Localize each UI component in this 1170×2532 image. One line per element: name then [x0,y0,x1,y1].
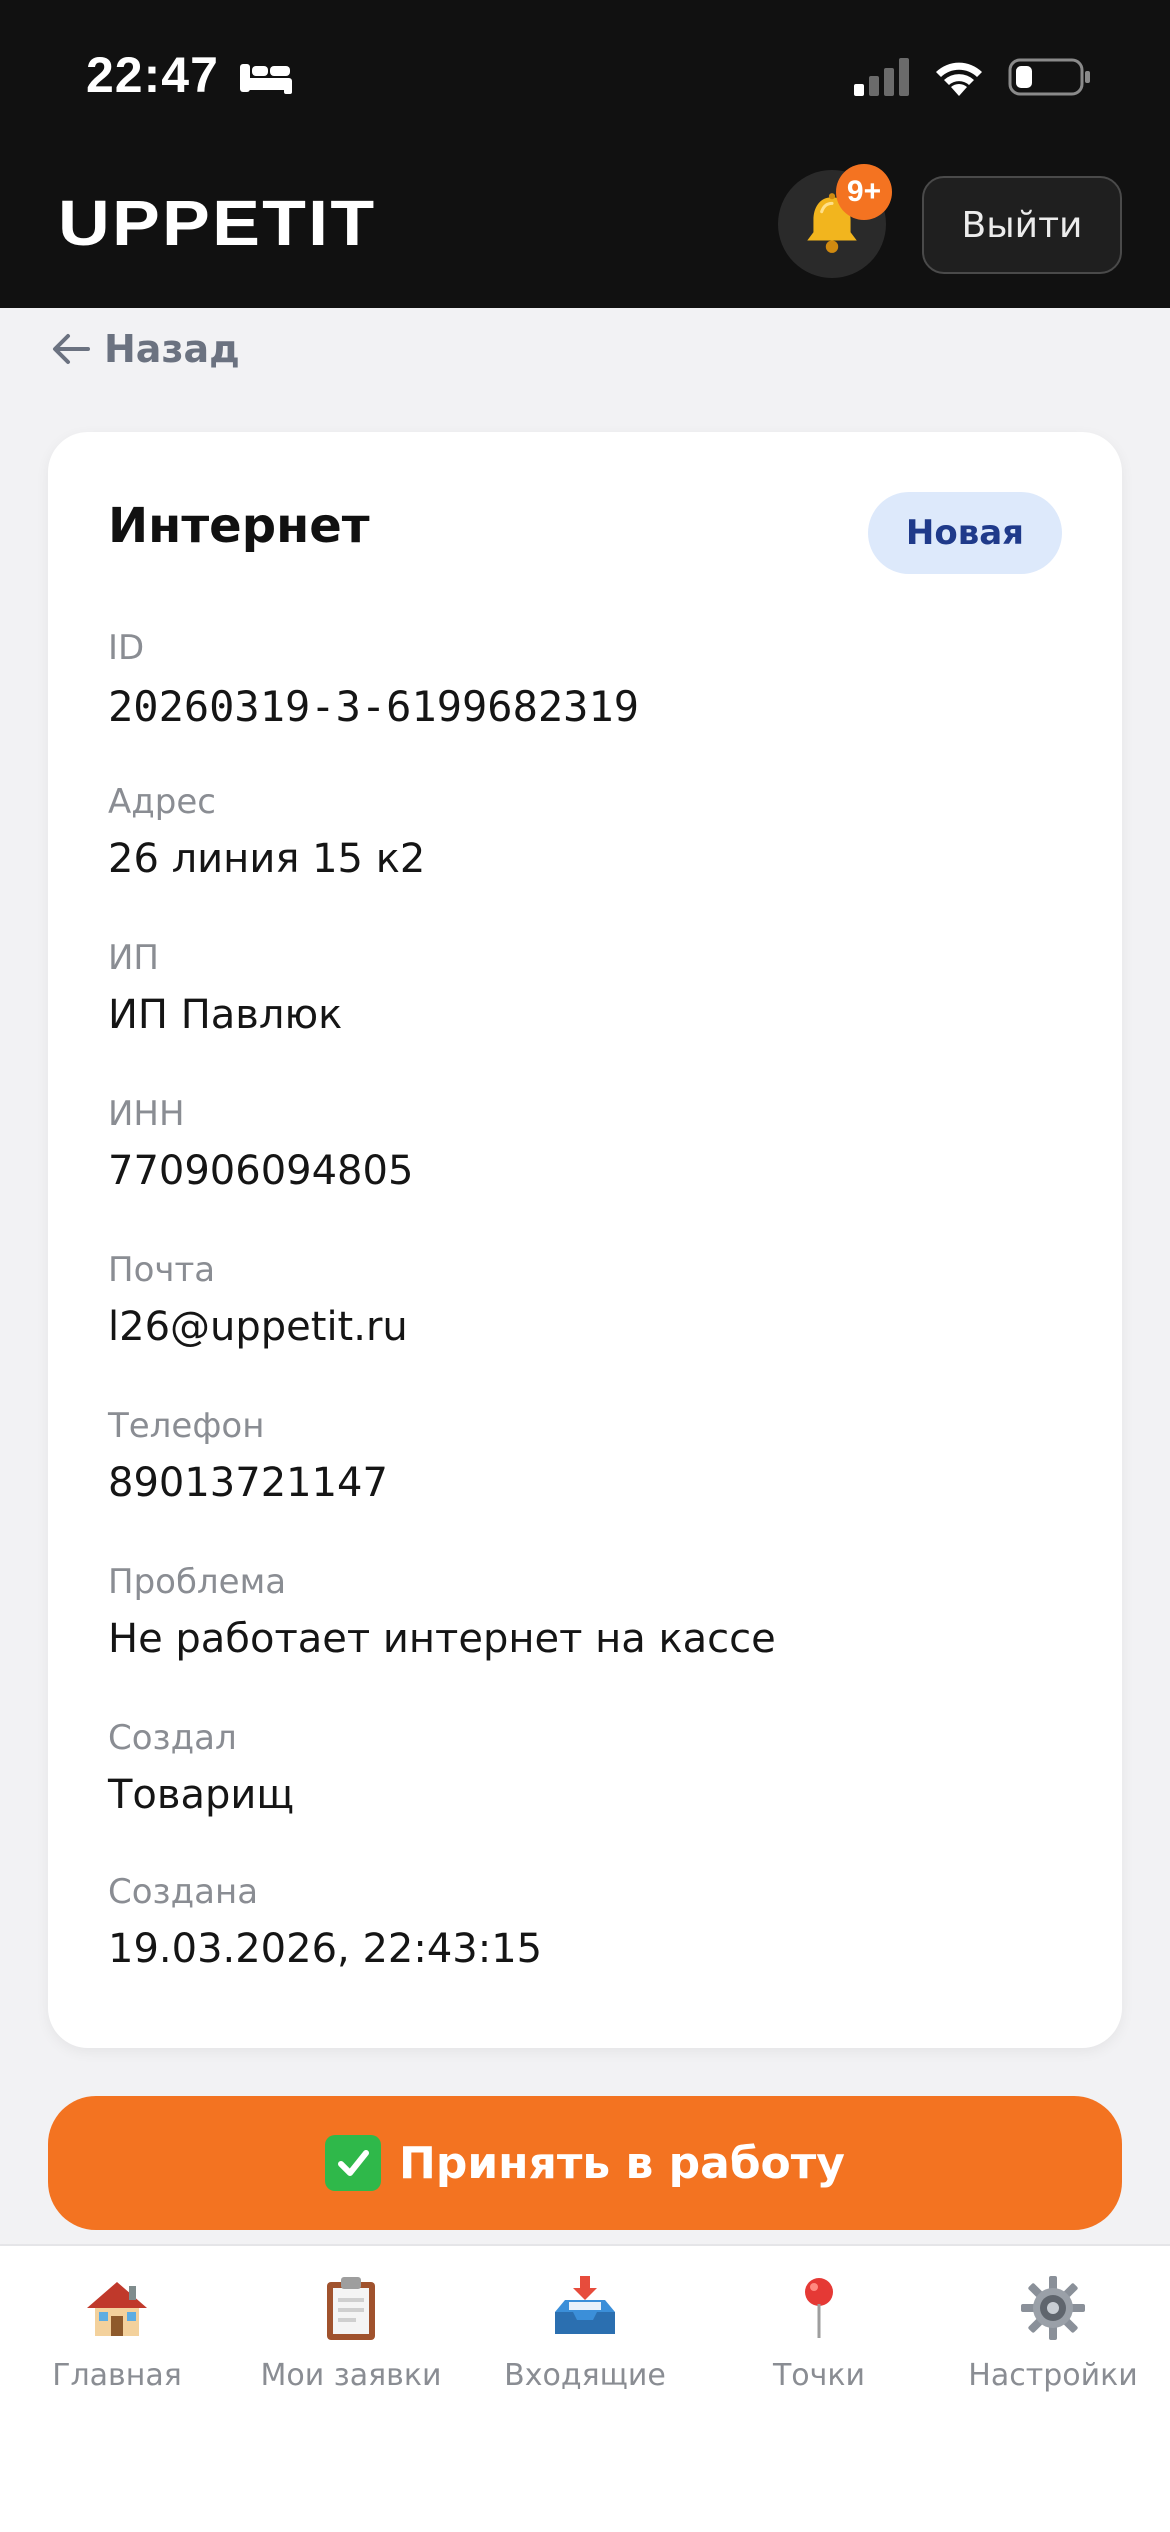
field-id: ID 20260319-3-6199682319 [108,628,639,731]
nav-label: Настройки [968,2358,1138,2393]
nav-item-points[interactable]: Точки [702,2272,936,2393]
field-ip: ИП ИП Павлюк [108,938,342,1038]
gear-icon [1021,2276,1085,2340]
nav-label: Точки [772,2358,866,2393]
app-screen: 22:47 UPPETIT 9+ Выйти Назад Интернет Но… [0,0,1170,2532]
field-label: Создал [108,1718,237,1758]
field-label: Почта [108,1250,216,1290]
notifications-badge: 9+ [836,164,892,220]
field-value: Не работает интернет на кассе [108,1616,776,1662]
field-value: 89013721147 [108,1460,388,1506]
field-problem: Проблема Не работает интернет на кассе [108,1562,776,1662]
top-bar: 22:47 UPPETIT 9+ Выйти [0,0,1170,308]
nav-item-home[interactable]: Главная [0,2272,234,2393]
field-address: Адрес 26 линия 15 к2 [108,782,425,882]
nav-label: Главная [52,2358,182,2393]
ticket-card: Интернет Новая ID 20260319-3-6199682319 … [48,432,1122,2048]
field-value: 26 линия 15 к2 [108,836,426,882]
nav-label: Мои заявки [260,2358,442,2393]
battery-icon [1008,58,1090,96]
accept-ticket-button[interactable]: Принять в работу [48,2096,1122,2230]
logout-button[interactable]: Выйти [922,176,1122,274]
field-value: 19.03.2026, 22:43:15 [108,1926,543,1972]
field-label: ИП [108,938,159,978]
field-label: ИНН [108,1094,185,1134]
house-icon [87,2282,147,2336]
bottom-nav: Главная Мои заявки Входящие Точки Настро… [0,2244,1170,2532]
field-label: Адрес [108,782,216,822]
field-value: 20260319-3-6199682319 [108,682,640,731]
sleep-focus-icon [240,64,292,94]
field-created-at: Создана 19.03.2026, 22:43:15 [108,1872,542,1972]
nav-item-my-tickets[interactable]: Мои заявки [234,2272,468,2393]
inbox-tray-icon [555,2276,615,2334]
clipboard-icon [327,2277,375,2340]
field-email: Почта l26@uppetit.ru [108,1250,408,1350]
arrow-left-icon [53,334,90,364]
app-logo: UPPETIT [58,187,377,259]
pushpin-icon [805,2278,833,2338]
status-time: 22:47 [86,47,219,103]
back-link[interactable]: Назад [48,326,240,372]
field-label: Проблема [108,1562,287,1602]
status-badge: Новая [867,492,1062,574]
nav-label: Входящие [504,2358,666,2393]
field-label: Телефон [108,1406,265,1446]
field-created-by: Создал Товарищ [108,1718,294,1818]
field-label: Создана [108,1872,259,1912]
field-inn: ИНН 770906094805 [108,1094,413,1194]
field-phone: Телефон 89013721147 [108,1406,388,1506]
field-value: Товарищ [108,1772,295,1818]
wifi-icon [936,62,982,96]
field-label: ID [108,628,145,668]
back-label: Назад [104,327,240,371]
check-mark-icon [325,2135,382,2191]
nav-item-inbox[interactable]: Входящие [468,2272,702,2393]
ticket-title: Интернет [108,498,370,554]
cellular-signal-icon [854,58,909,96]
accept-button-label: Принять в работу [399,2137,845,2189]
field-value: ИП Павлюк [108,992,343,1038]
field-value: 770906094805 [108,1148,414,1194]
nav-item-settings[interactable]: Настройки [936,2272,1170,2393]
field-value: l26@uppetit.ru [108,1304,408,1350]
